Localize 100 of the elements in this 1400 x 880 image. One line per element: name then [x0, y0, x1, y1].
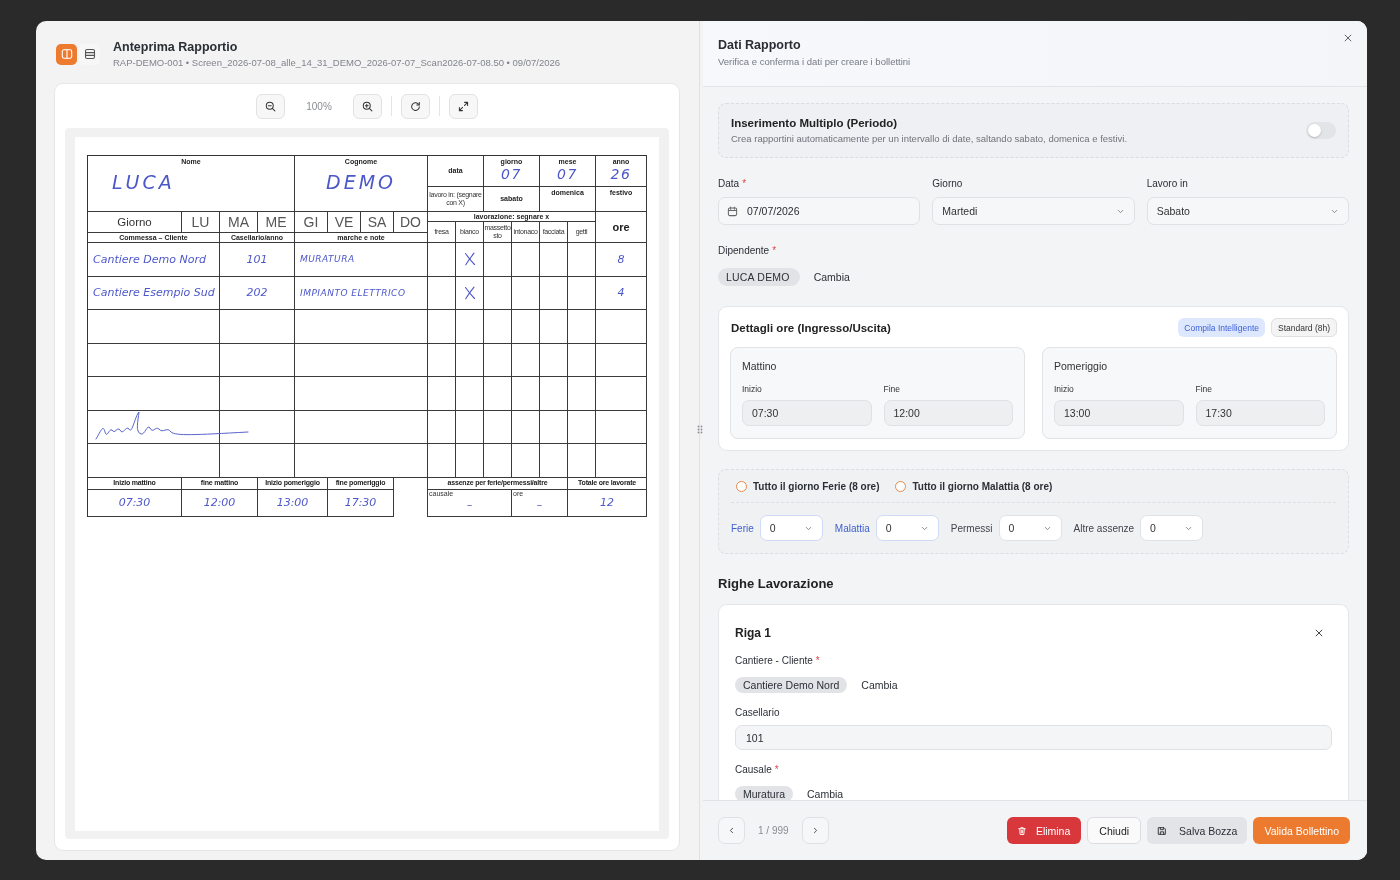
date-field[interactable]: 07/07/2026: [718, 197, 921, 225]
close-icon: [1343, 33, 1353, 43]
fill-hours-button[interactable]: Compila Intelligente: [1178, 318, 1265, 337]
change-button[interactable]: Cambia: [813, 271, 850, 283]
form-cell: VE: [328, 212, 361, 233]
form-cell: [512, 410, 540, 444]
count-dropdown[interactable]: 0: [759, 515, 823, 541]
time-field[interactable]: 17:30: [1195, 400, 1325, 426]
form-cell: [428, 444, 456, 478]
time-field[interactable]: 13:00: [1054, 400, 1184, 426]
form-cell: [456, 410, 484, 444]
save-icon: [1157, 825, 1168, 836]
form-cell: Cantiere Demo Nord: [88, 243, 220, 277]
zoom-in-icon: [361, 100, 373, 112]
expand-icon: [457, 100, 469, 112]
selection-chip: Cantiere Demo Nord: [735, 677, 848, 693]
form-cell: [596, 343, 647, 377]
handwritten-entry: 07: [501, 166, 522, 182]
form-cell: [428, 377, 456, 411]
section-title: Righe Lavorazione: [718, 576, 835, 592]
save-draft-button[interactable]: Salva Bozza: [1147, 817, 1248, 844]
section-title: Dettagli ore (Ingresso/Uscita): [730, 321, 891, 334]
delete-button[interactable]: Elimina: [1006, 817, 1082, 844]
field-label: Dipendente *: [718, 245, 778, 257]
x-mark-icon: [463, 252, 476, 267]
form-cell: [512, 343, 540, 377]
zoom-in-button[interactable]: [352, 93, 382, 119]
field-label: Fine: [1195, 384, 1214, 395]
text-field[interactable]: 101: [735, 725, 1332, 750]
radio-label[interactable]: Tutto il giorno Ferie (8 ore): [753, 480, 880, 492]
panel-subtitle: Verifica e conferma i dati per creare i bollettini: [718, 56, 911, 67]
employee-chip: LUCA DEMO: [718, 268, 800, 286]
count-dropdown[interactable]: 0: [998, 515, 1062, 541]
selection-chip: Muratura: [735, 786, 793, 800]
zoom-level: 100%: [305, 100, 333, 112]
rotate-button[interactable]: [400, 93, 430, 119]
dropdown-field[interactable]: Martedi: [932, 197, 1135, 225]
count-label: Ferie: [731, 522, 754, 534]
time-field[interactable]: 12:00: [883, 400, 1013, 426]
multi-entry-title: Inserimento Multiplo (Periodo): [731, 117, 899, 129]
dropdown-field[interactable]: Sabato: [1146, 197, 1349, 225]
fill-hours-button[interactable]: Standard (8h): [1271, 318, 1337, 337]
field-label: Giorno: [932, 178, 964, 190]
form-cell: SA: [361, 212, 394, 233]
form-cell: [540, 310, 568, 344]
field-label: Fine: [883, 384, 902, 395]
form-cell: [456, 343, 484, 377]
toggle-switch[interactable]: [1306, 122, 1336, 139]
resize-handle-icon[interactable]: [697, 425, 703, 434]
shift-title: Pomeriggio: [1054, 359, 1109, 373]
columns-icon: [60, 48, 73, 60]
count-label: Malattia: [834, 522, 870, 534]
page-indicator: 1 / 999: [758, 825, 789, 836]
form-cell: Giorno: [88, 212, 182, 233]
form-cell: [596, 377, 647, 411]
count-dropdown[interactable]: 0: [875, 515, 939, 541]
form-cell: [484, 444, 512, 478]
radio-button[interactable]: [736, 480, 747, 492]
form-cell: [540, 410, 568, 444]
file-info: RAP-DEMO-001 • Screen_2026-07-08_alle_14_31_DEMO_2026-07-07_Scan2026-07-08.50 • 09/07/2026: [113, 57, 561, 68]
handwritten-entry: –: [465, 497, 474, 511]
form-cell: [512, 444, 540, 478]
panel-title: Dati Rapporto: [718, 37, 802, 53]
multi-entry-description: Crea rapportini automaticamente per un intervallo di date, saltando sabato, domenica e festivi.: [731, 133, 1128, 144]
change-button[interactable]: Cambia: [807, 788, 844, 800]
close-button[interactable]: Chiudi: [1087, 817, 1142, 844]
form-cell: [428, 410, 456, 444]
change-button[interactable]: Cambia: [861, 679, 898, 691]
form-cell: 12: [568, 489, 647, 517]
form-cell: [596, 444, 647, 478]
count-dropdown[interactable]: 0: [1140, 515, 1204, 541]
form-cell: [568, 410, 596, 444]
form-cell: IMPIANTO ELETTRICO: [295, 276, 428, 310]
form-cell: [540, 377, 568, 411]
field-label: Data *: [718, 178, 748, 190]
field-label: Cantiere - Cliente *: [735, 655, 821, 667]
radio-label[interactable]: Tutto il giorno Malattia (8 ore): [912, 480, 1053, 492]
view-mode-button[interactable]: [79, 43, 100, 65]
form-cell: [512, 310, 540, 344]
field-label: Casellario: [735, 707, 781, 719]
count-label: Altre assenze: [1073, 522, 1135, 534]
close-icon: [1314, 628, 1324, 638]
form-cell: 101: [220, 243, 295, 277]
zoom-out-button[interactable]: [256, 93, 286, 119]
form-cell: 13:00: [258, 489, 328, 517]
form-cell: LU: [182, 212, 220, 233]
radio-button[interactable]: [895, 480, 907, 492]
form-cell: 07:30: [88, 489, 182, 517]
zoom-out-icon: [265, 100, 277, 112]
form-cell: 4: [596, 276, 647, 310]
form-cell: [484, 310, 512, 344]
form-cell: DO: [394, 212, 428, 233]
form-cell: MURATURA: [295, 243, 428, 277]
form-cell: 8: [596, 243, 647, 277]
fullscreen-button[interactable]: [448, 93, 478, 119]
time-field[interactable]: 07:30: [742, 400, 872, 426]
form-cell: [568, 343, 596, 377]
count-label: Permessi: [950, 522, 993, 534]
handwritten-entry: 07: [557, 166, 578, 182]
handwritten-entry: DEMO: [326, 171, 396, 193]
